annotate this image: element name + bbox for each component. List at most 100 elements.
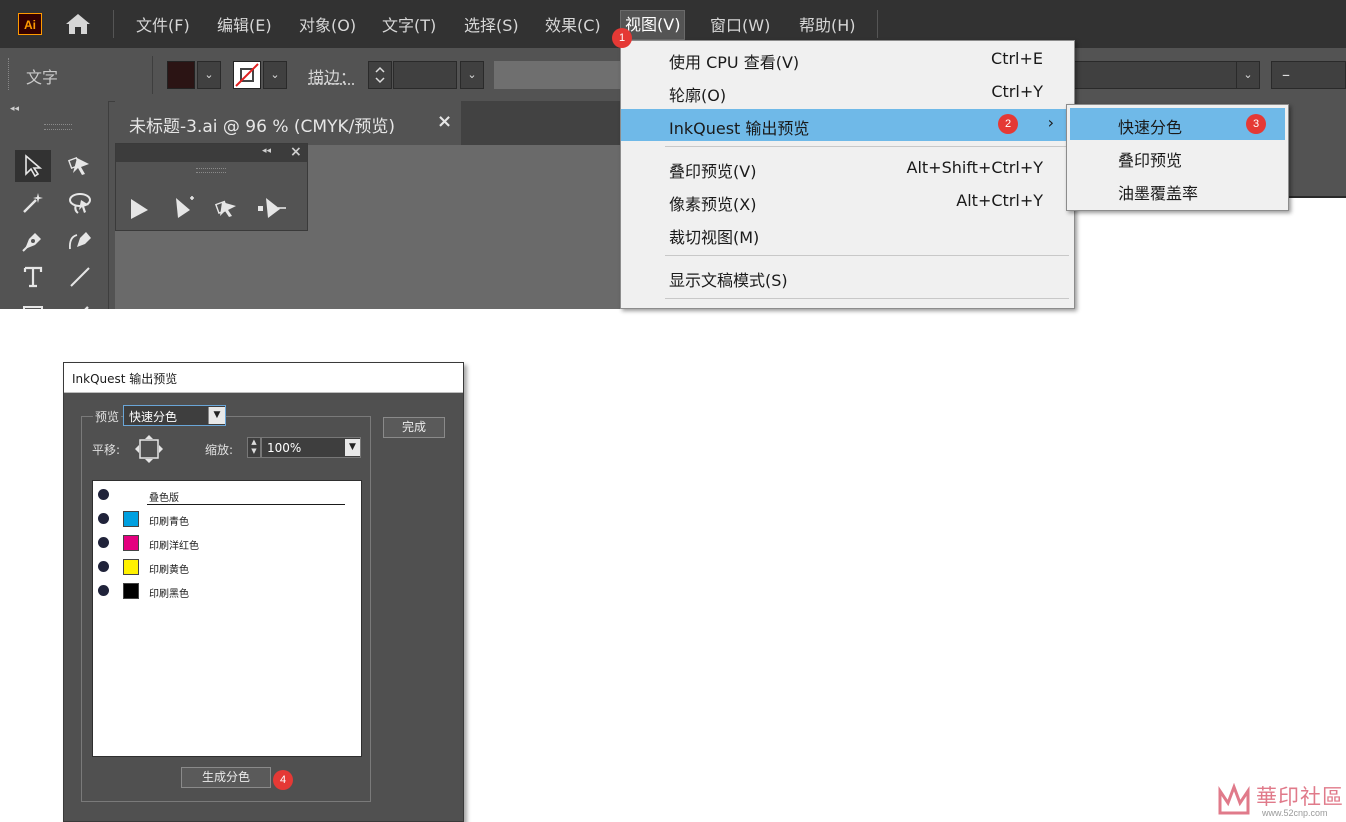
zoom-value: 100% [267,441,302,455]
curvature-tool[interactable] [62,224,98,256]
menu-item-trim-view[interactable]: 裁切视图(M) [621,218,1074,250]
stroke-dropdown-button[interactable]: ⌄ [263,61,287,89]
floating-panel-header[interactable]: ◂◂ × [116,144,307,162]
pen-icon [22,233,41,252]
separation-name: 印刷黑色 [149,589,189,600]
submenu-item-ink-coverage[interactable]: 油墨覆盖率 [1070,174,1285,206]
generate-separations-button[interactable]: 生成分色 [181,767,271,788]
zoom-label: 缩放: [205,443,234,457]
zoom-spinner[interactable]: ▲ ▼ [247,437,261,458]
style-field[interactable]: – [1271,61,1346,89]
menu-edit[interactable]: 编辑(E) [217,12,272,36]
visibility-dot-icon[interactable] [98,489,109,500]
path-selection-icon[interactable] [256,194,288,222]
type-tool[interactable] [15,261,51,293]
control-bar-grip[interactable] [8,58,13,90]
stroke-weight-spinner[interactable] [368,61,392,89]
done-button[interactable]: 完成 [383,417,445,438]
menu-item-overprint-preview[interactable]: 叠印预览(V) Alt+Shift+Ctrl+Y [621,152,1074,184]
separator-line [147,504,345,505]
artboard[interactable] [1075,196,1346,309]
separations-list: 叠色版 印刷青色 印刷洋红色 印刷黄色 印刷黑色 [92,480,362,757]
pen-tool[interactable] [15,224,51,256]
direct-selection-icon [67,156,89,175]
menu-item-label: 显示文稿模式(S) [669,271,788,290]
close-tab-icon[interactable]: × [437,111,452,132]
visibility-dot-icon[interactable] [98,513,109,524]
step-badge: 3 [1246,114,1266,134]
menu-separator [665,146,1069,147]
watermark-logo: 華印社區 www.52cnp.com [1214,779,1346,822]
paintbrush-tool[interactable] [62,295,98,309]
visibility-dot-icon[interactable] [98,561,109,572]
separation-row-magenta[interactable]: 印刷洋红色 [93,531,361,555]
menu-item-shortcut: Ctrl+E [991,49,1043,68]
menu-item-cpu-view[interactable]: 使用 CPU 查看(V) Ctrl+E [621,43,1074,75]
menu-effect[interactable]: 效果(C) [545,12,601,36]
view-menu-dropdown: 使用 CPU 查看(V) Ctrl+E 轮廓(O) Ctrl+Y InkQues… [620,40,1075,309]
direct-select-arrow-icon[interactable] [128,196,152,222]
stroke-weight-input[interactable] [393,61,457,89]
zoom-select[interactable]: 100% ▼ [261,437,361,458]
submenu-item-label: 叠印预览 [1118,151,1183,170]
watermark-text: 華印社區 [1256,785,1344,809]
menu-item-pixel-preview[interactable]: 像素预览(X) Alt+Ctrl+Y [621,185,1074,217]
spinner-arrows-icon [375,66,385,84]
fill-dropdown-button[interactable]: ⌄ [197,61,221,89]
menu-object[interactable]: 对象(O) [299,12,356,36]
dialog-titlebar[interactable]: InkQuest 输出预览 [64,363,463,393]
collapse-panel-icon[interactable]: ◂◂ [10,104,19,114]
menu-select[interactable]: 选择(S) [464,12,519,36]
menu-item-presentation-mode[interactable]: 显示文稿模式(S) [621,261,1074,293]
magic-wand-icon [23,193,43,213]
anchor-point-convert-icon[interactable] [214,194,244,222]
visibility-dot-icon[interactable] [98,537,109,548]
separation-row-cyan[interactable]: 印刷青色 [93,507,361,531]
home-icon[interactable] [64,12,92,36]
preview-mode-select[interactable]: 快速分色 ▼ [123,405,226,426]
menu-help[interactable]: 帮助(H) [799,12,856,36]
document-tab[interactable]: 未标题-3.ai @ 96 % (CMYK/预览) × [115,101,461,145]
lasso-tool[interactable] [62,187,98,219]
fill-color-swatch[interactable] [167,61,195,89]
separation-row-yellow[interactable]: 印刷黄色 [93,555,361,579]
stroke-color-swatch[interactable] [233,61,261,89]
menu-item-label: 叠印预览(V) [669,162,757,181]
collapse-panel-icon[interactable]: ◂◂ [262,146,271,156]
menu-item-label: InkQuest 输出预览 [669,119,810,138]
opacity-dropdown[interactable]: ⌄ [1236,61,1260,89]
separation-row-black[interactable]: 印刷黑色 [93,579,361,603]
stroke-label[interactable]: 描边： [308,64,356,88]
close-panel-icon[interactable]: × [290,144,302,160]
menu-item-shortcut: Ctrl+Y [991,82,1043,101]
variable-width-profile[interactable] [494,61,624,89]
tools-panel-grip[interactable] [44,124,72,130]
add-anchor-point-icon[interactable] [172,194,200,222]
chevron-down-icon[interactable]: ▼ [345,439,360,456]
menu-type[interactable]: 文字(T) [382,12,436,36]
tools-panel: ◂◂ [0,101,109,309]
app-logo-icon: Ai [18,13,42,35]
menu-file[interactable]: 文件(F) [136,12,190,36]
lasso-icon [69,193,91,214]
magenta-swatch [123,535,139,551]
submenu-item-overprint-preview[interactable]: 叠印预览 [1070,141,1285,173]
opacity-field[interactable] [1070,61,1260,89]
selection-tool[interactable] [15,150,51,182]
direct-selection-tool[interactable] [62,150,98,182]
visibility-dot-icon[interactable] [98,585,109,596]
selection-arrow-icon [25,154,43,178]
magic-wand-tool[interactable] [15,187,51,219]
menu-window[interactable]: 窗口(W) [710,12,770,36]
pan-arrows-icon[interactable] [134,434,164,464]
pan-label: 平移: [92,443,121,457]
stroke-weight-dropdown[interactable]: ⌄ [460,61,484,89]
menu-item-outline[interactable]: 轮廓(O) Ctrl+Y [621,76,1074,108]
rectangle-tool[interactable] [15,295,51,309]
menu-item-shortcut: Alt+Shift+Ctrl+Y [906,158,1044,177]
document-tab-title: 未标题-3.ai @ 96 % (CMYK/预览) [129,117,395,137]
panel-grip[interactable] [196,168,226,173]
chevron-down-icon[interactable]: ▼ [208,407,225,424]
curvature-icon [68,232,91,250]
line-segment-tool[interactable] [62,261,98,293]
